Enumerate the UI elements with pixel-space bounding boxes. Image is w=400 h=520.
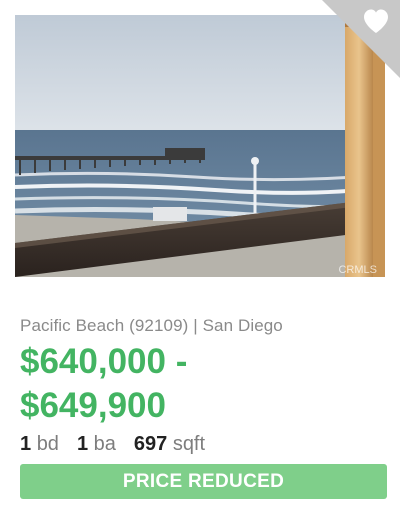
baths-spec: 1 ba	[77, 433, 116, 455]
favorite-button[interactable]	[322, 0, 400, 78]
price-range-start: $640,000 -	[20, 342, 188, 381]
listing-card[interactable]: CRMLS Pacific Beach (92109) | San Diego …	[0, 0, 400, 520]
sqft-unit: sqft	[172, 433, 206, 455]
sqft-spec: 697 sqft	[134, 433, 205, 455]
price-reduced-button[interactable]: PRICE REDUCED	[20, 464, 387, 499]
beds-count: 1	[20, 433, 32, 455]
listing-specs: 1 bd 1 ba 697 sqft	[20, 433, 205, 456]
beds-spec: 1 bd	[20, 433, 59, 455]
beds-unit: bd	[36, 433, 59, 455]
sqft-count: 697	[133, 433, 168, 455]
photo-watermark: CRMLS	[338, 264, 377, 276]
baths-count: 1	[76, 433, 89, 455]
listing-price: $640,000 - $649,900	[20, 340, 380, 428]
price-range-end: $649,900	[20, 386, 166, 425]
listing-location: Pacific Beach (92109) | San Diego	[20, 316, 283, 335]
baths-unit: ba	[93, 433, 116, 455]
